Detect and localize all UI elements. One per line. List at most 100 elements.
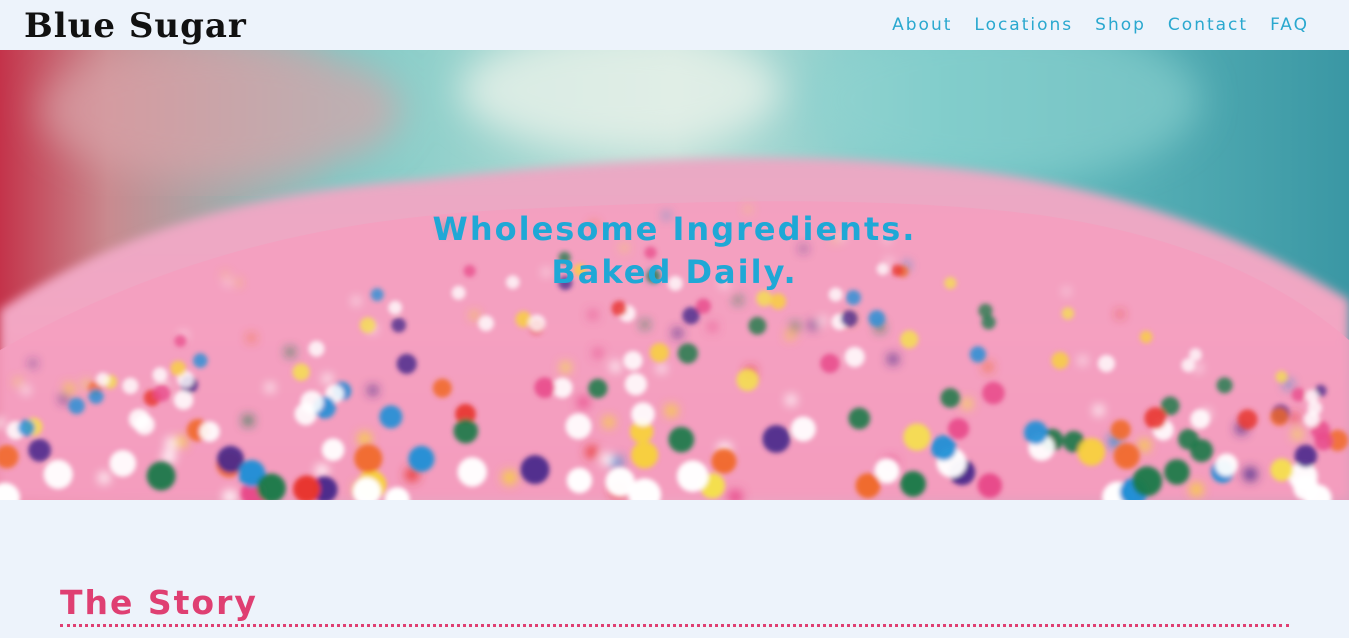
main-nav: About Locations Shop Contact FAQ — [892, 0, 1309, 50]
sprinkle-decoration — [708, 322, 717, 332]
sprinkle-decoration — [432, 378, 452, 398]
sprinkle-decoration — [29, 359, 37, 368]
sprinkle-decoration — [790, 416, 816, 442]
sprinkle-decoration — [59, 393, 70, 404]
sprinkle-decoration — [321, 438, 345, 462]
sprinkle-decoration — [736, 368, 759, 391]
sprinkle-decoration — [844, 346, 865, 368]
sprinkle-decoration — [247, 334, 256, 342]
sprinkle-decoration — [173, 390, 194, 410]
sprinkle-decoration — [785, 331, 795, 340]
sprinkle-decoration — [977, 473, 1003, 498]
sprinkle-decoration — [668, 426, 695, 453]
sprinkle-decoration — [1284, 380, 1293, 389]
sprinkle-decoration — [983, 362, 993, 372]
sprinkle-decoration — [1194, 363, 1203, 373]
section-divider — [60, 624, 1289, 627]
sprinkle-decoration — [88, 388, 104, 404]
sprinkle-decoration — [588, 378, 608, 399]
sprinkle-decoration — [940, 388, 961, 408]
sprinkle-decoration — [1181, 358, 1196, 373]
nav-about-link[interactable]: About — [892, 15, 952, 35]
sprinkle-decoration — [1291, 387, 1306, 402]
sprinkle-decoration — [855, 473, 881, 499]
sprinkle-decoration — [560, 361, 571, 373]
sprinkle-decoration — [1061, 307, 1075, 320]
sprinkle-decoration — [1144, 407, 1167, 430]
nav-shop-link[interactable]: Shop — [1095, 15, 1146, 35]
sprinkle-decoration — [322, 373, 333, 384]
sprinkle-decoration — [931, 435, 957, 461]
hero-banner: Wholesome Ingredients. Baked Daily. — [0, 50, 1349, 500]
sprinkle-decoration — [631, 441, 658, 469]
sprinkle-decoration — [28, 438, 51, 462]
sprinkle-decoration — [153, 384, 171, 402]
sprinkle-decoration — [978, 303, 993, 318]
sprinkle-decoration — [982, 381, 1005, 405]
sprinkle-decoration — [292, 363, 310, 381]
sprinkle-decoration — [534, 377, 556, 398]
brand-logo[interactable]: Blue Sugar — [24, 4, 247, 48]
sprinkle-decoration — [677, 343, 698, 364]
sprinkle-decoration — [193, 353, 208, 368]
sprinkle-decoration — [1314, 432, 1333, 451]
sprinkle-decoration — [566, 467, 593, 494]
sprinkle-decoration — [640, 320, 650, 329]
sprinkle-decoration — [1237, 409, 1258, 430]
sprinkle-decoration — [1132, 466, 1163, 497]
sprinkle-decoration — [588, 310, 598, 320]
section-title-story: The Story — [60, 583, 258, 622]
sprinkle-decoration — [396, 353, 417, 374]
sprinkle-decoration — [1164, 459, 1190, 485]
sprinkle-decoration — [770, 293, 786, 310]
nav-faq-link[interactable]: FAQ — [1270, 15, 1309, 35]
sprinkle-decoration — [315, 464, 329, 478]
sprinkle-decoration — [1078, 356, 1087, 365]
sprinkle-decoration — [903, 423, 931, 451]
sprinkle-decoration — [785, 394, 797, 406]
sprinkle-decoration — [128, 408, 150, 430]
sprinkle-decoration — [1270, 458, 1294, 482]
sprinkle-decoration — [1289, 413, 1299, 423]
sprinkle-decoration — [1024, 420, 1048, 445]
sprinkle-decoration — [199, 421, 220, 442]
sprinkle-decoration — [478, 315, 494, 332]
sprinkle-decoration — [969, 346, 987, 363]
sprinkle-decoration — [379, 405, 403, 429]
nav-locations-link[interactable]: Locations — [974, 15, 1073, 35]
sprinkle-decoration — [170, 360, 186, 377]
sprinkle-decoration — [631, 402, 655, 427]
sprinkle-decoration — [470, 311, 479, 320]
sprinkle-decoration — [840, 310, 858, 327]
sprinkle-decoration — [961, 398, 973, 410]
sprinkle-decoration — [900, 330, 919, 349]
sprinkle-decoration — [354, 444, 383, 473]
sprinkle-decoration — [656, 363, 667, 374]
sprinkle-decoration — [152, 367, 168, 383]
sprinkle-decoration — [762, 425, 791, 453]
navbar: Blue Sugar About Locations Shop Contact … — [0, 0, 1349, 50]
sprinkle-decoration — [665, 404, 678, 417]
sprinkle-decoration — [1110, 419, 1131, 440]
sprinkle-decoration — [64, 383, 74, 392]
sprinkle-decoration — [790, 322, 800, 332]
sprinkle-decoration — [109, 450, 137, 477]
sprinkle-decoration — [358, 432, 372, 446]
sprinkle-decoration — [1292, 429, 1303, 440]
sprinkle-decoration — [947, 418, 970, 440]
hero-headline-line2: Baked Daily. — [551, 253, 798, 291]
sprinkle-decoration — [367, 385, 378, 396]
sprinkle-decoration — [577, 396, 590, 409]
sprinkle-decoration — [265, 382, 275, 393]
sprinkle-decoration — [1275, 370, 1288, 383]
sprinkle-decoration — [623, 351, 643, 371]
nav-contact-link[interactable]: Contact — [1168, 15, 1248, 35]
sprinkle-decoration — [457, 457, 487, 487]
sprinkle-decoration — [611, 300, 627, 317]
sprinkle-decoration — [1294, 444, 1318, 468]
sprinkle-decoration — [359, 317, 376, 334]
sprinkle-decoration — [1093, 404, 1105, 416]
sprinkle-decoration — [98, 472, 110, 484]
sprinkle-decoration — [122, 377, 139, 394]
sprinkle-decoration — [820, 353, 840, 374]
